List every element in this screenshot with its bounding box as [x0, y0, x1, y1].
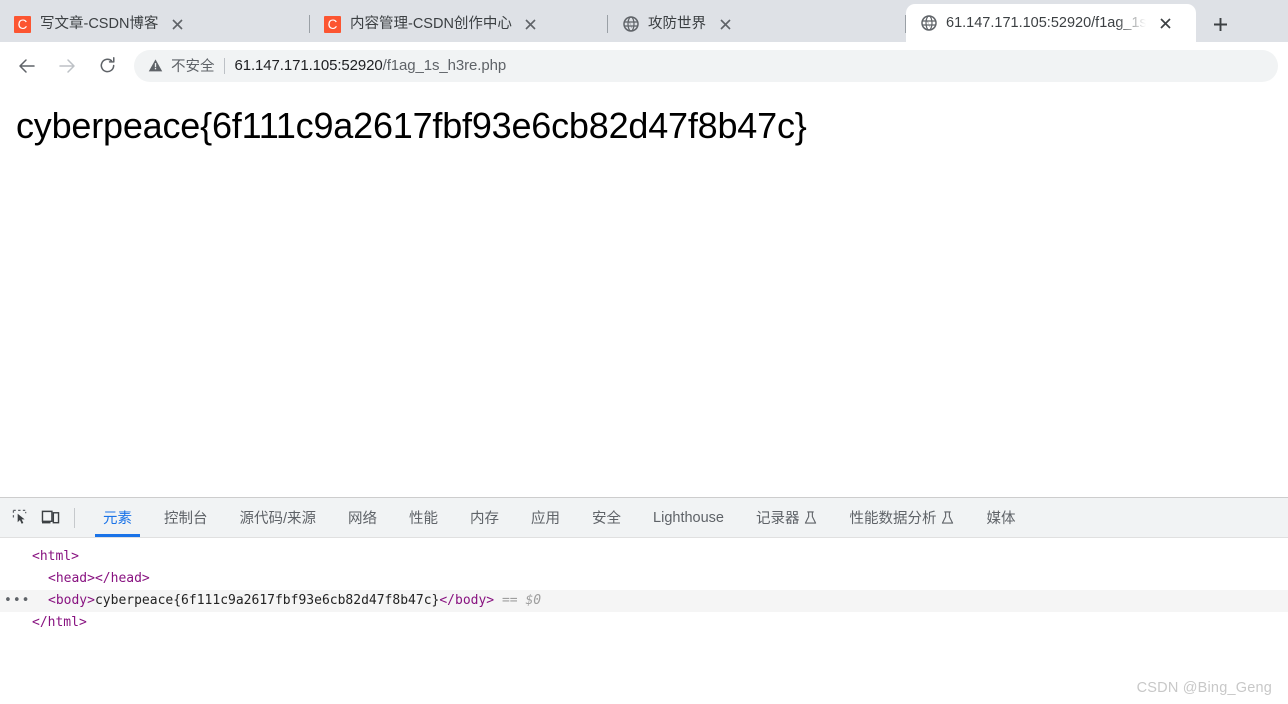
- watermark: CSDN @Bing_Geng: [1136, 680, 1272, 696]
- dom-body-text: cyberpeace{6f111c9a2617fbf93e6cb82d47f8b…: [94, 593, 440, 608]
- dom-row-head[interactable]: <head></head>: [0, 568, 1288, 590]
- dom-expand-dots[interactable]: •••: [4, 590, 30, 612]
- devtools-tab-application[interactable]: 应用: [515, 498, 576, 537]
- tab-close-button[interactable]: [1152, 10, 1178, 36]
- dom-tag-body-open: <body>: [48, 593, 95, 608]
- tab-label: 网络: [348, 511, 378, 527]
- dom-row-html-open[interactable]: <html>: [0, 546, 1288, 568]
- tab-label: 内存: [470, 511, 500, 527]
- url-path: /f1ag_1s_h3re.php: [382, 57, 507, 74]
- devtools-tab-recorder[interactable]: 记录器: [740, 498, 834, 537]
- tab-label: 安全: [592, 511, 622, 527]
- warning-triangle-icon: [148, 58, 164, 73]
- devtools-tab-media[interactable]: 媒体: [970, 498, 1031, 537]
- devtools-tab-memory[interactable]: 内存: [454, 498, 515, 537]
- browser-toolbar: 不安全 61.147.171.105:52920/f1ag_1s_h3re.ph…: [0, 42, 1288, 90]
- tab-strip: C 写文章-CSDN博客 C 内容管理-CSDN创作中心 攻防世界 61.147…: [0, 0, 1288, 42]
- flask-icon: [941, 510, 954, 525]
- globe-icon: [622, 16, 639, 33]
- devtools-tab-security[interactable]: 安全: [576, 498, 637, 537]
- omnibox-divider: [223, 57, 225, 74]
- devtools-tab-sources[interactable]: 源代码/来源: [224, 498, 333, 537]
- tab-close-button[interactable]: [164, 11, 190, 37]
- devtools-tab-elements[interactable]: 元素: [87, 498, 148, 537]
- tab-title: 61.147.171.105:52920/f1ag_1s: [946, 15, 1146, 31]
- dom-selected-marker: == $0: [501, 593, 542, 608]
- devtools-tab-performance-insights[interactable]: 性能数据分析: [833, 498, 970, 537]
- new-tab-button[interactable]: [1202, 9, 1238, 39]
- page-viewport: cyberpeace{6f111c9a2617fbf93e6cb82d47f8b…: [0, 90, 1288, 497]
- dom-tag-html: <html>: [32, 549, 79, 564]
- tab-label: 性能: [409, 511, 439, 527]
- dom-row-html-close[interactable]: </html>: [0, 612, 1288, 634]
- tab-label: 源代码/来源: [239, 511, 317, 527]
- devtools-tab-list: 元素 控制台 源代码/来源 网络 性能 内存 应用 安全 Lighthouse …: [87, 498, 1288, 537]
- url-host: 61.147.171.105:52920: [234, 57, 383, 74]
- tab-close-button[interactable]: [712, 11, 738, 37]
- inspect-element-icon[interactable]: [6, 504, 34, 532]
- forward-button[interactable]: [50, 49, 84, 83]
- dom-tag-head: <head></head>: [48, 571, 150, 586]
- csdn-logo-icon: C: [324, 15, 341, 33]
- tab-label: 记录器: [755, 511, 800, 527]
- dom-tag-body-close: </body>: [439, 593, 495, 608]
- globe-icon: [920, 15, 937, 32]
- security-status-label: 不安全: [171, 59, 215, 75]
- url-text: 61.147.171.105:52920/f1ag_1s_h3re.php: [235, 57, 507, 74]
- tab-label: Lighthouse: [653, 509, 724, 526]
- address-bar[interactable]: 不安全 61.147.171.105:52920/f1ag_1s_h3re.ph…: [134, 49, 1278, 82]
- devtools-tab-console[interactable]: 控制台: [148, 498, 224, 537]
- tab-label: 媒体: [986, 511, 1016, 527]
- dom-row-body[interactable]: ••• <body>cyberpeace{6f111c9a2617fbf93e6…: [0, 590, 1288, 612]
- browser-tab-0[interactable]: C 写文章-CSDN博客: [0, 6, 310, 42]
- tab-title: 攻防世界: [648, 16, 706, 32]
- tab-title: 写文章-CSDN博客: [40, 16, 159, 32]
- csdn-logo-icon: C: [14, 15, 31, 33]
- toolbar-divider: [74, 507, 75, 528]
- dom-tree[interactable]: <html> <head></head> ••• <body>cyberpeac…: [0, 538, 1288, 704]
- tab-label: 应用: [531, 511, 561, 527]
- browser-tab-1[interactable]: C 内容管理-CSDN创作中心: [310, 6, 608, 42]
- back-button[interactable]: [10, 49, 44, 83]
- dom-tag-html-close: </html>: [32, 615, 87, 630]
- page-body-text: cyberpeace{6f111c9a2617fbf93e6cb82d47f8b…: [16, 105, 807, 146]
- devtools-toolbar: 元素 控制台 源代码/来源 网络 性能 内存 应用 安全 Lighthouse …: [0, 498, 1288, 538]
- tab-title: 内容管理-CSDN创作中心: [350, 16, 512, 32]
- flask-icon: [804, 510, 817, 525]
- devtools-panel: 元素 控制台 源代码/来源 网络 性能 内存 应用 安全 Lighthouse …: [0, 497, 1288, 704]
- tab-label: 元素: [103, 511, 132, 527]
- tab-close-button[interactable]: [518, 11, 544, 37]
- tab-label: 控制台: [164, 511, 208, 527]
- devtools-tab-network[interactable]: 网络: [332, 498, 393, 537]
- reload-button[interactable]: [90, 49, 124, 83]
- browser-tab-2[interactable]: 攻防世界: [608, 6, 906, 42]
- browser-window: C 写文章-CSDN博客 C 内容管理-CSDN创作中心 攻防世界 61.147…: [0, 0, 1288, 704]
- device-toolbar-icon[interactable]: [36, 504, 64, 532]
- tab-label: 性能数据分析: [849, 511, 937, 527]
- browser-tab-3-active[interactable]: 61.147.171.105:52920/f1ag_1s: [906, 4, 1196, 42]
- devtools-tab-performance[interactable]: 性能: [393, 498, 454, 537]
- devtools-tab-lighthouse[interactable]: Lighthouse: [637, 498, 740, 537]
